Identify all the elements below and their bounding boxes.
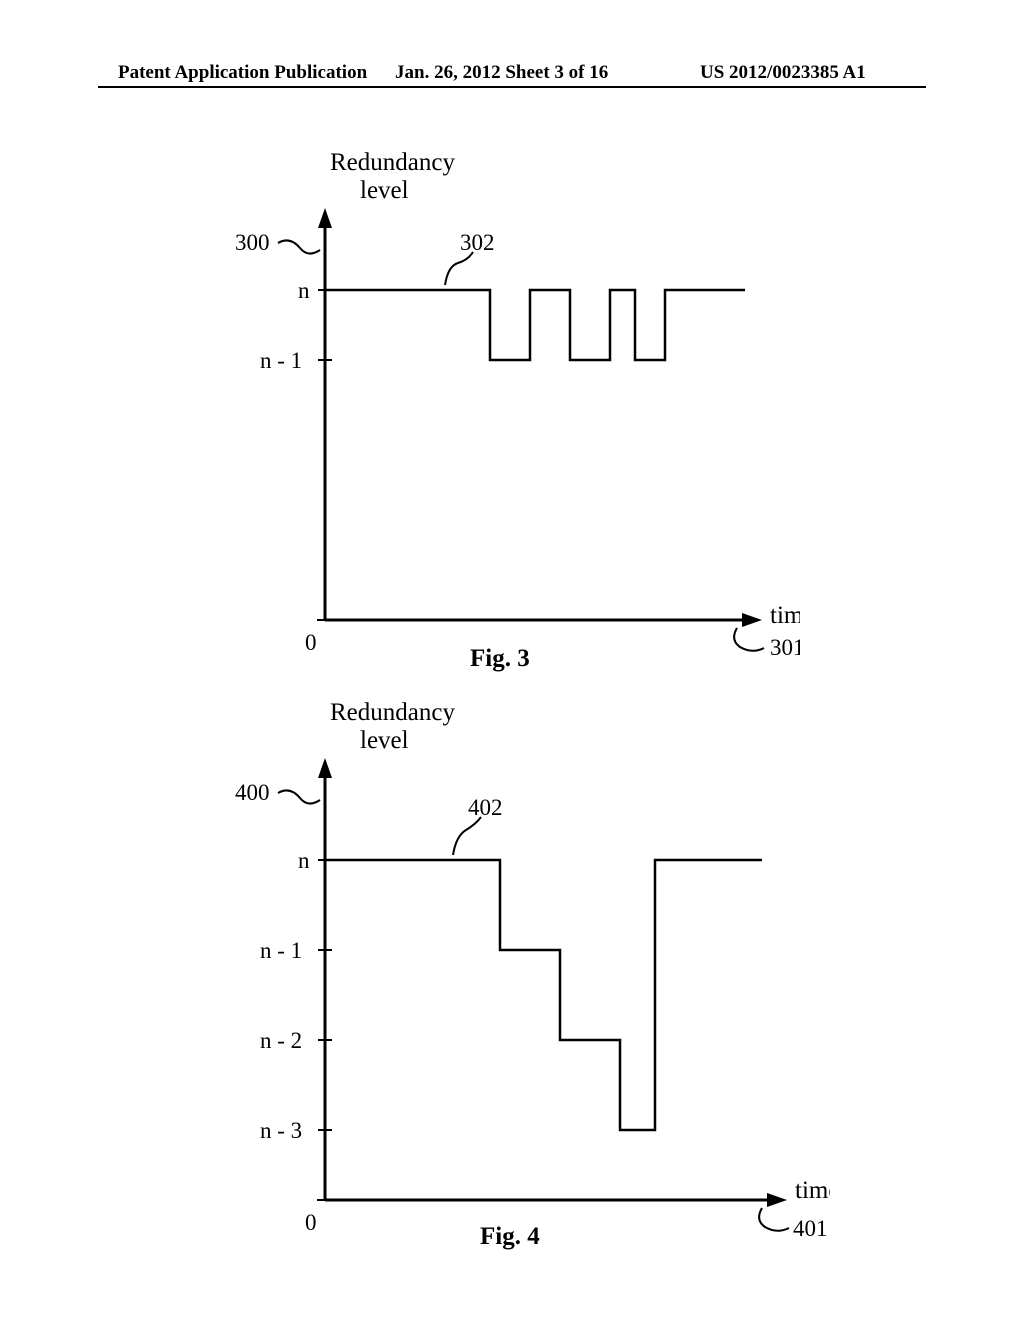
- fig3-ylabel-2: level: [360, 177, 409, 204]
- fig3-y-arrow-icon: [318, 208, 332, 228]
- fig3-x-arrow-icon: [742, 613, 762, 627]
- fig4-y-arrow-icon: [318, 758, 332, 778]
- fig4-x-arrow-icon: [767, 1193, 787, 1207]
- fig3-ylabel-1: Redundancy: [330, 150, 455, 176]
- header-right: US 2012/0023385 A1: [700, 62, 1024, 84]
- patent-page: Patent Application Publication Jan. 26, …: [0, 0, 1024, 1320]
- fig4-tick-n2-label: n - 2: [260, 1028, 302, 1053]
- fig4-ylabel-1: Redundancy: [330, 700, 455, 726]
- fig3-caption: Fig. 3: [470, 645, 530, 673]
- fig4-xlabel: time: [795, 1177, 830, 1204]
- fig3-tick-n1-label: n - 1: [260, 348, 302, 373]
- fig3-xlabel: time: [770, 602, 800, 629]
- fig4-callout-curve: [453, 817, 481, 855]
- fig4-ylabel-2: level: [360, 727, 409, 754]
- fig4-tick-n3-label: n - 3: [260, 1118, 302, 1143]
- fig3-ref-yaxis: 300: [235, 230, 270, 255]
- fig3-origin-label: 0: [305, 630, 317, 655]
- fig3-tick-n-label: n: [298, 278, 310, 303]
- fig3-ref-curve: 302: [460, 230, 495, 255]
- fig4-ref-xaxis: 401: [793, 1216, 828, 1241]
- fig3-callout-yaxis: [278, 240, 320, 253]
- fig4-callout-yaxis: [278, 790, 320, 803]
- fig3-curve: [325, 290, 745, 360]
- fig4-tick-n1-label: n - 1: [260, 938, 302, 963]
- fig4-callout-xaxis: [759, 1208, 789, 1231]
- figure-3-svg: Redundancy level 300 n n - 1 0 302: [190, 150, 800, 680]
- fig4-curve: [325, 860, 762, 1130]
- fig4-caption: Fig. 4: [480, 1223, 540, 1251]
- figure-3: Redundancy level 300 n n - 1 0 302: [190, 150, 800, 680]
- figure-4: Redundancy level 400 n n - 1 n - 2 n - 3…: [190, 700, 830, 1270]
- fig4-origin-label: 0: [305, 1210, 317, 1235]
- fig3-callout-xaxis: [734, 628, 764, 651]
- header-rule: [98, 86, 926, 88]
- fig4-tick-n-label: n: [298, 848, 310, 873]
- fig3-ref-xaxis: 301: [770, 635, 800, 660]
- fig4-ref-curve: 402: [468, 795, 503, 820]
- fig4-ref-yaxis: 400: [235, 780, 270, 805]
- fig3-callout-curve: [445, 252, 473, 285]
- figure-4-svg: Redundancy level 400 n n - 1 n - 2 n - 3…: [190, 700, 830, 1270]
